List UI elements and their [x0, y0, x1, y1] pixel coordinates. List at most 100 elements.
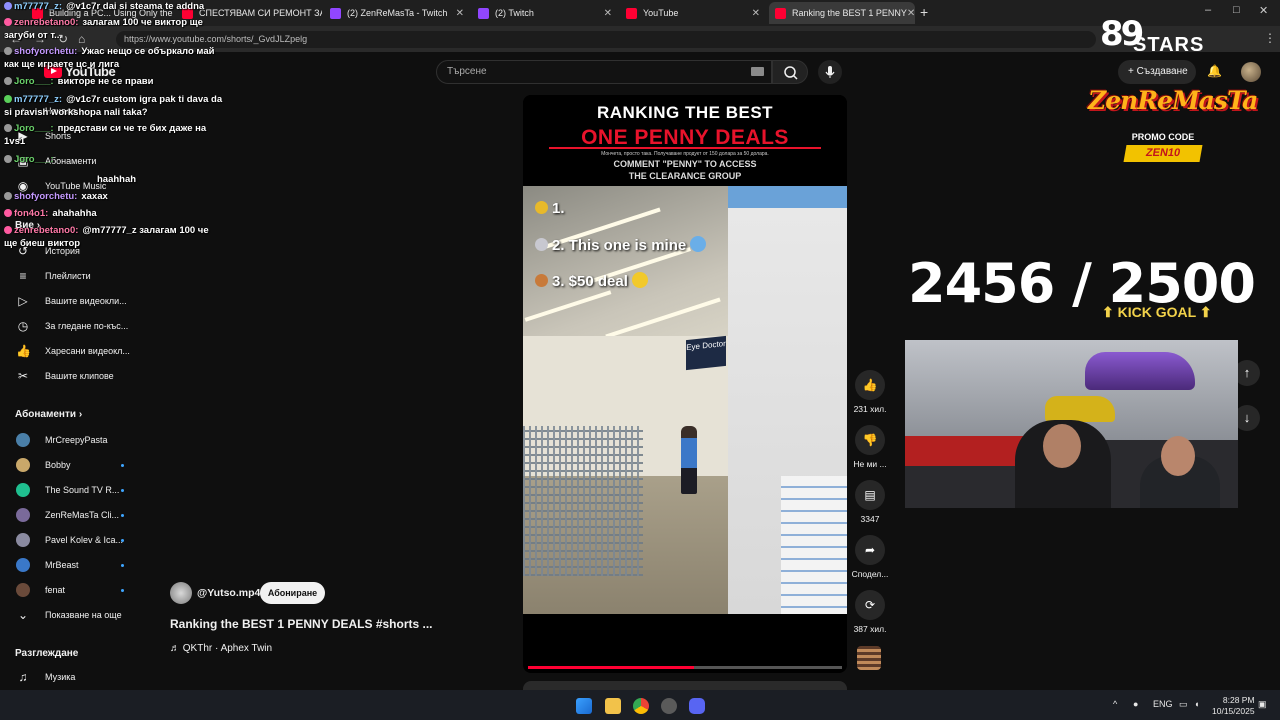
youtube-icon [182, 7, 193, 19]
comments-button[interactable]: ▤ 3347 [850, 480, 890, 524]
notification-icon[interactable]: ▣ [1258, 699, 1267, 710]
subscription-name: Pavel Kolev & Ica... [45, 535, 124, 545]
file-explorer-icon[interactable] [605, 698, 621, 714]
account-avatar[interactable] [1241, 62, 1261, 82]
clock-date: 10/15/2025 [1212, 706, 1255, 716]
channel-avatar [16, 433, 30, 447]
browser-tab[interactable]: СПЕСТЯВАМ СИ РЕМОНТ ЗА 3 ✕ [176, 2, 322, 24]
sidebar-item-watch-later[interactable]: ◷ За гледане по-къс... [16, 319, 129, 333]
video-title[interactable]: Ranking the BEST 1 PENNY DEALS #shorts .… [170, 617, 433, 631]
forward-icon[interactable]: → [34, 32, 46, 46]
rank-item-2: 2. This one is mine [535, 236, 707, 254]
app-icon[interactable] [661, 698, 677, 714]
sidebar-item-your-videos[interactable]: ▷ Вашите видеокли... [16, 294, 126, 308]
subscription-item[interactable]: The Sound TV R... [16, 483, 119, 497]
sidebar-item-music[interactable]: ♫ Музика [16, 670, 76, 684]
dislike-label: Не ми ... [853, 459, 887, 469]
sidebar-item-playlists[interactable]: ≡ Плейлисти [16, 269, 90, 283]
channel-handle[interactable]: @Yutso.mp4 [197, 587, 260, 599]
sidebar-item-home[interactable]: ⌂ Начало [16, 104, 76, 118]
remix-button[interactable]: ⟳ 387 хил. [850, 590, 890, 634]
sidebar-item-youtube-music[interactable]: ◉ YouTube Music [16, 179, 107, 193]
reload-icon[interactable]: ↻ [58, 32, 68, 46]
home-icon[interactable]: ⌂ [78, 32, 85, 46]
browser-tab-active[interactable]: Ranking the BEST 1 PENNY ✕ [769, 2, 915, 24]
sidebar-item-history[interactable]: ↺ История [16, 244, 80, 258]
dislike-button[interactable]: 👎 Не ми ... [850, 425, 890, 469]
comment-count: 3347 [860, 514, 880, 524]
tab-label: Ranking the BEST 1 PENNY [792, 8, 907, 18]
network-icon[interactable]: ▭ [1179, 699, 1188, 710]
system-clock[interactable]: 8:28 PM 10/15/2025 [1212, 695, 1255, 717]
browser-tab[interactable]: (2) ZenReMasTa - Twitch ✕ [324, 2, 470, 24]
chrome-icon[interactable] [633, 698, 649, 714]
music-attribution[interactable]: ♬ QKThr · Aphex Twin [170, 643, 272, 654]
volume-icon[interactable]: ◖ [1194, 699, 1199, 709]
channel-avatar [16, 458, 30, 472]
sidebar-item-your-clips[interactable]: ✂ Вашите клипове [16, 369, 114, 383]
subscriptions-heading[interactable]: Абонаменти › [15, 409, 82, 420]
youtube-logo[interactable]: YouTube [44, 64, 116, 79]
subscription-item[interactable]: Bobby [16, 458, 71, 472]
subscription-item[interactable]: fenat [16, 583, 65, 597]
goal-label-text: KICK GOAL [1117, 304, 1196, 320]
new-tab-icon[interactable]: + [920, 4, 928, 20]
search-button[interactable] [772, 60, 808, 84]
music-icon: ◉ [17, 179, 29, 193]
discord-icon[interactable] [689, 698, 705, 714]
sidebar-item-liked-videos[interactable]: 👍 Харесани видеокл... [16, 344, 130, 358]
windows-start-icon[interactable] [576, 698, 592, 714]
shorts-video-player[interactable]: RANKING THE BEST ONE PENNY DEALS Мончета… [523, 95, 847, 673]
sidebar-item-subscriptions[interactable]: ▣ Абонаменти [16, 154, 96, 168]
back-icon[interactable]: ← [10, 32, 22, 46]
tray-overflow-icon[interactable]: ^ [1113, 699, 1117, 709]
like-icon: 👍 [16, 344, 31, 358]
voice-search-button[interactable] [818, 60, 842, 84]
language-indicator[interactable]: ENG [1153, 699, 1173, 709]
url-field[interactable]: https://www.youtube.com/shorts/_GvdJLZpe… [116, 31, 1096, 48]
browser-tab-strip: Building a PC... Using Only the СПЕСТЯВА… [0, 0, 1280, 26]
keyboard-icon[interactable] [751, 67, 764, 76]
show-more-button[interactable]: ⌄ Показване на още [16, 608, 122, 622]
notifications-bell-icon[interactable]: 🔔 [1207, 64, 1222, 78]
twitch-icon [478, 7, 489, 19]
subscribe-button[interactable]: Абониране [260, 582, 325, 604]
sound-thumbnail[interactable] [857, 646, 881, 670]
browser-tab[interactable]: (2) Twitch ✕ [472, 2, 618, 24]
video-progress-bar[interactable] [528, 666, 842, 669]
windows-taskbar: ^ ● ENG ▭ ◖ 8:28 PM 10/15/2025 ▣ [0, 690, 1280, 720]
browser-tab[interactable]: Building a PC... Using Only the [26, 2, 174, 24]
subscription-item[interactable]: MrBeast [16, 558, 79, 572]
sidebar-item-shorts[interactable]: ▶ Shorts [16, 129, 71, 143]
sidebar-item-label: За гледане по-къс... [45, 321, 129, 331]
history-icon: ↺ [17, 244, 29, 258]
channel-avatar [16, 508, 30, 522]
subscription-item[interactable]: Pavel Kolev & Ica... [16, 533, 123, 547]
close-window-icon[interactable]: ✕ [1259, 4, 1268, 17]
subscriptions-heading-label: Абонаменти [15, 409, 77, 420]
close-tab-icon[interactable]: ✕ [907, 8, 915, 19]
close-tab-icon[interactable]: ✕ [752, 8, 760, 19]
video-icon: ▷ [18, 294, 28, 308]
sad-face-emoji-icon [690, 236, 707, 252]
search-input[interactable]: Търсене [436, 60, 772, 84]
share-button[interactable]: ➦ Сподел... [850, 535, 890, 579]
browser-tab[interactable]: YouTube ✕ [620, 2, 766, 24]
close-tab-icon[interactable]: ✕ [604, 8, 612, 19]
arrow-up-icon: ⬆ [1102, 304, 1118, 320]
chevron-right-icon: › [36, 220, 41, 231]
microphone-icon[interactable]: ● [1133, 699, 1138, 709]
close-tab-icon[interactable]: ✕ [456, 8, 464, 19]
you-heading[interactable]: Вие › [15, 220, 40, 231]
explore-heading-label: Разглеждане [15, 648, 79, 659]
subscription-item[interactable]: ZenReMasTa Cli... [16, 508, 119, 522]
like-button[interactable]: 👍 231 хил. [850, 370, 890, 414]
clock-icon: ◷ [17, 319, 29, 333]
channel-avatar[interactable] [170, 582, 192, 604]
subscription-item[interactable]: MrCreepyPasta [16, 433, 108, 447]
stars-text: STARS [1133, 34, 1205, 56]
browser-menu-icon[interactable]: ⋮ [1264, 31, 1276, 45]
new-content-dot [121, 589, 124, 592]
comment-icon: ▤ [855, 480, 885, 510]
maximize-icon[interactable]: □ [1233, 4, 1240, 16]
